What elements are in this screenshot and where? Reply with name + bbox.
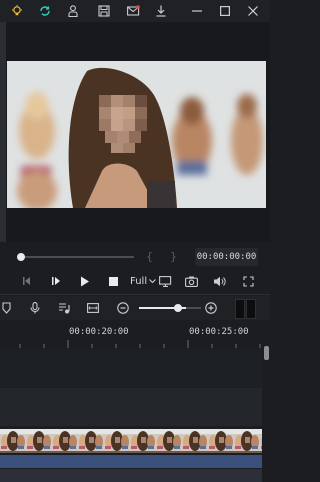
audio-meter-left — [235, 299, 245, 319]
timeline-scrollbar-thumb[interactable] — [264, 346, 269, 360]
audio-mixer-icon[interactable] — [57, 300, 71, 316]
snapshot-icon[interactable] — [183, 273, 199, 289]
progress-track[interactable] — [20, 256, 134, 258]
timecode-display: 00:00:00:00 — [195, 248, 258, 266]
clip-thumbnails — [0, 429, 262, 453]
audio-clip[interactable] — [0, 455, 262, 468]
ruler-label: 00:00:25:00 — [189, 327, 249, 337]
fullscreen-icon[interactable] — [240, 273, 256, 289]
video-track[interactable] — [0, 388, 262, 426]
zoom-in-icon[interactable] — [204, 300, 218, 316]
timeline-ruler[interactable]: 00:00:20:00 00:00:25:00 — [0, 322, 262, 348]
progress-handle[interactable] — [17, 253, 25, 261]
save-icon[interactable] — [96, 3, 112, 19]
marker-icon[interactable] — [0, 300, 12, 316]
video-clip[interactable] — [0, 429, 262, 453]
account-icon[interactable] — [65, 3, 81, 19]
title-bar — [0, 0, 270, 22]
step-back-icon[interactable] — [20, 273, 34, 289]
zoom-slider-track[interactable] — [139, 307, 201, 309]
quality-dropdown[interactable]: Full — [130, 274, 156, 288]
zoom-slider-handle[interactable] — [174, 304, 182, 312]
sync-icon[interactable] — [37, 3, 53, 19]
close-icon[interactable] — [245, 3, 261, 19]
download-icon[interactable] — [153, 3, 169, 19]
video-frame-image — [7, 61, 266, 208]
playback-controls: Full — [0, 270, 270, 292]
panel-divider-horizontal[interactable] — [0, 294, 270, 295]
mail-icon[interactable] — [125, 3, 141, 19]
zoom-out-icon[interactable] — [116, 300, 130, 316]
display-settings-icon[interactable] — [157, 273, 173, 289]
timeline-toolbar — [0, 296, 270, 320]
microphone-icon[interactable] — [28, 300, 42, 316]
mark-out-button[interactable]: } — [170, 250, 177, 263]
bulb-icon[interactable] — [9, 3, 25, 19]
chevron-down-icon — [149, 278, 156, 283]
video-track-empty[interactable] — [0, 349, 262, 387]
fit-timeline-icon[interactable] — [86, 300, 100, 316]
mark-in-button[interactable]: { — [146, 250, 153, 263]
panel-divider[interactable] — [0, 22, 6, 242]
audio-track[interactable] — [0, 469, 262, 482]
stop-icon[interactable] — [106, 273, 120, 289]
audio-meter-right — [246, 299, 256, 319]
video-preview[interactable] — [7, 61, 266, 208]
ruler-ticks — [19, 340, 261, 348]
play-icon[interactable] — [78, 273, 92, 289]
minimize-icon[interactable] — [189, 3, 205, 19]
volume-icon[interactable] — [211, 273, 227, 289]
play-step-icon[interactable] — [49, 273, 63, 289]
ruler-label: 00:00:20:00 — [69, 327, 129, 337]
maximize-icon[interactable] — [217, 3, 233, 19]
quality-label: Full — [130, 275, 148, 287]
